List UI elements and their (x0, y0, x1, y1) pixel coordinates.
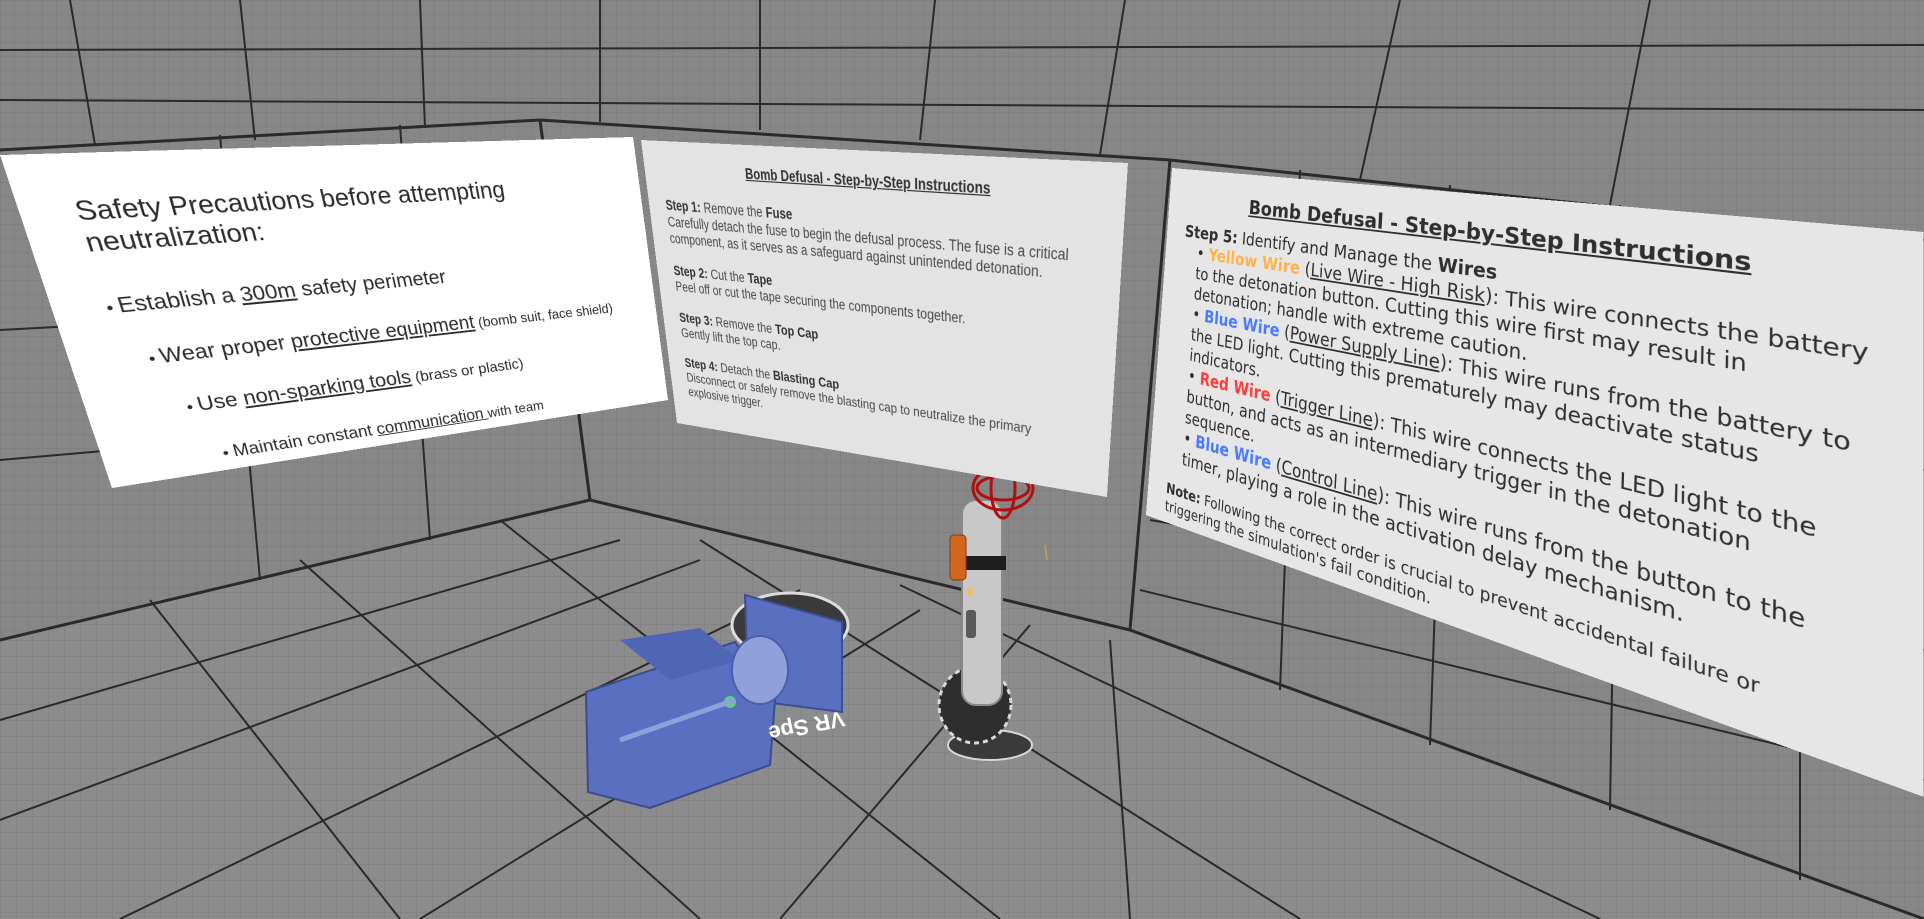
instructions-title: Bomb Defusal - Step-by-Step Instructions (744, 165, 991, 198)
camera-lens (731, 635, 789, 705)
blasting-cap (949, 534, 967, 581)
bomb-tube (961, 499, 1003, 706)
bomb-switch (966, 610, 976, 638)
safety-panel-title: Safety Precautions before attempting neu… (71, 176, 507, 259)
bomb-led (966, 588, 974, 596)
